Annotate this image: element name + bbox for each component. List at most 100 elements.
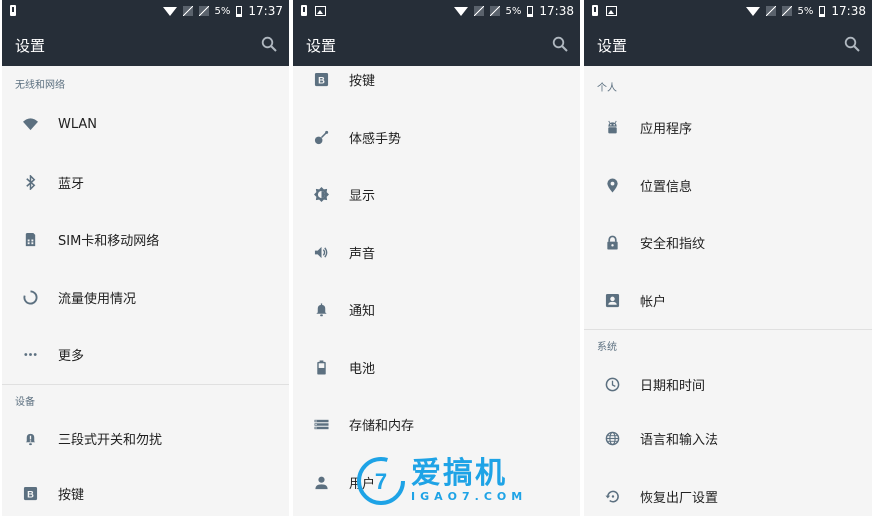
settings-item-wlan[interactable]: WLAN xyxy=(2,96,289,154)
item-label: 位置信息 xyxy=(640,179,693,195)
settings-screen-2: 5% 17:38 设置 B 按键 体感手势 显示 声音 通知 电池 存储和内存 … xyxy=(293,0,580,516)
settings-item-gestures[interactable]: 体感手势 xyxy=(293,109,580,167)
image-notification-icon xyxy=(606,5,617,16)
page-title: 设置 xyxy=(306,37,337,55)
item-label: 安全和指纹 xyxy=(640,237,706,253)
item-label: 显示 xyxy=(349,189,376,205)
user-icon xyxy=(314,476,328,489)
settings-item-storage[interactable]: 存储和内存 xyxy=(293,396,580,454)
settings-item-factory-reset[interactable]: 恢复出厂设置 xyxy=(584,468,872,516)
no-signal-icon xyxy=(182,6,193,16)
android-icon xyxy=(607,120,617,134)
no-signal-icon xyxy=(198,6,209,16)
item-label: 蓝牙 xyxy=(58,176,85,192)
search-icon[interactable] xyxy=(552,36,568,52)
item-label: 三段式开关和勿扰 xyxy=(58,433,163,448)
item-label: 存储和内存 xyxy=(349,419,415,435)
wifi-status-icon xyxy=(453,6,468,16)
gestures-icon xyxy=(314,130,328,144)
item-label: WLAN xyxy=(58,117,98,133)
no-signal-icon xyxy=(781,6,792,16)
settings-item-data-usage[interactable]: 流量使用情况 xyxy=(2,269,289,327)
settings-item-apps[interactable]: 应用程序 xyxy=(584,99,872,157)
item-label: 日期和时间 xyxy=(640,378,706,394)
settings-item-accounts[interactable]: 帐户 xyxy=(584,272,872,330)
item-label: 用户 xyxy=(349,476,376,492)
settings-screen-3: 5% 17:38 设置 个人 应用程序 位置信息 安全和指纹 帐户 系统 日期和… xyxy=(584,0,872,516)
warning-icon xyxy=(10,5,16,16)
page-title: 设置 xyxy=(597,37,628,55)
item-label: 通知 xyxy=(349,304,376,320)
search-icon[interactable] xyxy=(844,36,860,52)
restore-icon xyxy=(604,490,619,503)
item-label: 应用程序 xyxy=(640,122,693,138)
clock-time: 17:37 xyxy=(248,4,283,18)
search-icon[interactable] xyxy=(261,36,277,52)
item-label: 帐户 xyxy=(640,294,667,310)
app-bar: 设置 xyxy=(2,23,289,66)
app-bar: 设置 xyxy=(584,23,872,66)
buttons-icon: B xyxy=(23,486,37,500)
svg-text:B: B xyxy=(27,489,34,499)
status-bar: 5% 17:37 xyxy=(2,0,289,23)
section-header-system: 系统 xyxy=(597,342,617,353)
no-signal-icon xyxy=(489,6,500,16)
settings-item-display[interactable]: 显示 xyxy=(293,166,580,224)
settings-item-location[interactable]: 位置信息 xyxy=(584,157,872,215)
item-label: 语言和输入法 xyxy=(640,433,719,449)
item-label: 流量使用情况 xyxy=(58,291,137,307)
battery-icon xyxy=(316,360,326,375)
battery-status-icon xyxy=(236,5,243,17)
settings-item-bluetooth[interactable]: 蓝牙 xyxy=(2,154,289,212)
battery-percent: 5% xyxy=(505,5,522,17)
settings-item-date-time[interactable]: 日期和时间 xyxy=(584,358,872,410)
settings-screen-1: 5% 17:37 设置 无线和网络 WLAN 蓝牙 SIM卡和移动网络 流量使用… xyxy=(2,0,289,516)
section-header-wireless: 无线和网络 xyxy=(15,80,65,91)
settings-item-more[interactable]: 更多 xyxy=(2,326,289,384)
item-label: 声音 xyxy=(349,246,376,262)
bell-icon xyxy=(315,303,327,317)
battery-status-icon xyxy=(819,5,826,17)
globe-icon xyxy=(605,431,619,446)
item-label: SIM卡和移动网络 xyxy=(58,234,160,250)
settings-item-language[interactable]: 语言和输入法 xyxy=(584,410,872,468)
status-bar: 5% 17:38 xyxy=(293,0,580,23)
item-label: 恢复出厂设置 xyxy=(640,490,719,506)
sim-card-icon xyxy=(25,233,35,247)
more-icon xyxy=(23,353,37,357)
item-label: 按键 xyxy=(58,487,85,503)
clock-time: 17:38 xyxy=(831,4,866,18)
account-icon xyxy=(605,293,619,307)
lock-icon xyxy=(606,235,618,250)
settings-item-buttons[interactable]: B 按键 xyxy=(2,465,289,516)
no-signal-icon xyxy=(473,6,484,16)
location-icon xyxy=(606,178,618,193)
divider xyxy=(2,383,289,385)
wifi-icon xyxy=(22,118,38,131)
settings-item-notification[interactable]: 通知 xyxy=(293,281,580,339)
warning-icon xyxy=(301,5,307,16)
no-signal-icon xyxy=(765,6,776,16)
alert-slider-icon xyxy=(25,433,35,446)
battery-status-icon xyxy=(527,5,534,17)
app-bar: 设置 xyxy=(293,23,580,66)
section-header-personal: 个人 xyxy=(597,83,617,94)
volume-icon xyxy=(314,246,327,258)
settings-item-users[interactable]: 用户 xyxy=(293,454,580,512)
settings-item-battery[interactable]: 电池 xyxy=(293,339,580,397)
data-usage-icon xyxy=(22,290,37,305)
settings-item-security[interactable]: 安全和指纹 xyxy=(584,214,872,272)
clock-icon xyxy=(605,377,619,391)
clock-time: 17:38 xyxy=(539,4,574,18)
page-title: 设置 xyxy=(15,37,46,55)
settings-item-sim[interactable]: SIM卡和移动网络 xyxy=(2,211,289,269)
item-label: 按键 xyxy=(349,74,376,90)
battery-percent: 5% xyxy=(797,5,814,17)
settings-item-sound[interactable]: 声音 xyxy=(293,224,580,282)
wifi-status-icon xyxy=(162,6,177,16)
battery-percent: 5% xyxy=(214,5,231,17)
section-header-device: 设备 xyxy=(15,396,35,408)
settings-item-alert-slider[interactable]: 三段式开关和勿扰 xyxy=(2,413,289,465)
buttons-icon: B xyxy=(314,73,328,87)
storage-icon xyxy=(313,420,329,430)
